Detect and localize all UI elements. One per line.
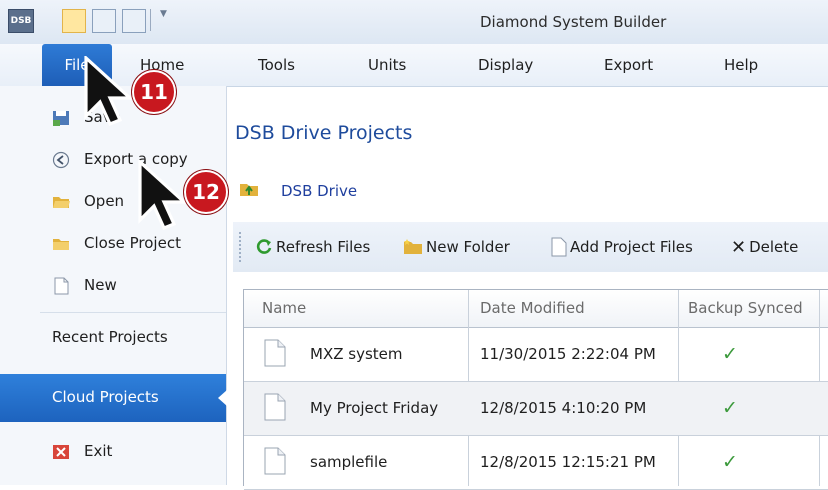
menu-item-new[interactable]: New: [0, 266, 226, 306]
tab-units[interactable]: Units: [368, 44, 406, 86]
table-row[interactable]: My Project Friday 12/8/2015 4:10:20 PM ✓: [244, 382, 828, 436]
exit-icon: [53, 445, 69, 459]
app-logo-icon: DSB: [8, 9, 34, 33]
new-folder-button[interactable]: New Folder: [403, 236, 510, 258]
tab-tools[interactable]: Tools: [258, 44, 295, 86]
tab-help[interactable]: Help: [724, 44, 758, 86]
menu-item-exit[interactable]: Exit: [0, 432, 226, 472]
projects-panel: DSB Drive Projects DSB Drive Refresh Fil…: [227, 86, 828, 490]
delete-button[interactable]: ✕ Delete: [731, 236, 798, 258]
mouse-cursor-icon: [138, 160, 189, 231]
folder-open-icon: [53, 197, 70, 208]
window-title: Diamond System Builder: [480, 13, 667, 31]
document-icon: [264, 393, 286, 421]
menu-separator: [40, 312, 226, 313]
table-row[interactable]: samplefile 12/8/2015 12:15:21 PM ✓: [244, 436, 828, 490]
menu-item-close-project[interactable]: Close Project: [0, 224, 226, 264]
document-icon: [264, 447, 286, 475]
page-title: DSB Drive Projects: [235, 122, 413, 144]
document-icon: [551, 237, 567, 257]
new-document-icon: [54, 277, 69, 295]
menu-item-cloud-projects[interactable]: Cloud Projects: [0, 374, 227, 422]
toolbar-grip[interactable]: [239, 232, 243, 262]
save-icon: [53, 111, 69, 126]
column-header-synced[interactable]: Backup Synced: [688, 290, 803, 327]
delete-label: Delete: [749, 238, 799, 256]
breadcrumb[interactable]: DSB Drive: [281, 182, 357, 200]
step-marker: 12: [184, 170, 228, 214]
cell-date: 12/8/2015 4:10:20 PM: [480, 399, 647, 417]
table-row[interactable]: MXZ system 11/30/2015 2:22:04 PM ✓: [244, 328, 828, 382]
export-icon: [52, 151, 70, 169]
synced-check-icon: ✓: [722, 451, 738, 473]
file-toolbar: Refresh Files New Folder Add Project Fil…: [233, 222, 828, 272]
add-project-files-button[interactable]: Add Project Files: [551, 236, 693, 258]
quick-access-separator: [150, 9, 151, 31]
synced-check-icon: ✓: [722, 397, 738, 419]
cell-date: 11/30/2015 2:22:04 PM: [480, 345, 656, 363]
column-header-date[interactable]: Date Modified: [480, 290, 585, 327]
file-menu-sidebar: Save Export a copy Open Close Project Ne…: [0, 86, 227, 485]
cell-name: MXZ system: [310, 345, 403, 363]
tab-display[interactable]: Display: [478, 44, 533, 86]
refresh-files-button[interactable]: Refresh Files: [255, 236, 370, 258]
new-folder-label: New Folder: [426, 238, 510, 256]
new-folder-icon: [404, 239, 422, 254]
cell-name: samplefile: [310, 453, 388, 471]
menu-item-label: Exit: [84, 442, 113, 460]
refresh-icon: [256, 239, 272, 254]
selection-notch: [218, 390, 227, 406]
refresh-files-label: Refresh Files: [276, 238, 371, 256]
quick-access-export-icon[interactable]: [122, 9, 146, 33]
menu-item-label: Recent Projects: [52, 328, 168, 346]
table-header: Name Date Modified Backup Synced: [244, 290, 828, 328]
close-project-icon: [53, 239, 69, 250]
cell-date: 12/8/2015 12:15:21 PM: [480, 453, 656, 471]
step-marker: 11: [132, 70, 176, 114]
cell-name: My Project Friday: [310, 399, 439, 417]
add-project-files-label: Add Project Files: [570, 238, 693, 256]
mouse-cursor-icon: [84, 56, 135, 127]
menu-item-label: New: [84, 276, 117, 294]
menu-item-label: Open: [84, 192, 125, 210]
column-header-name[interactable]: Name: [262, 290, 306, 327]
quick-access-layout-icon[interactable]: [62, 9, 86, 33]
folder-up-icon[interactable]: [239, 181, 259, 197]
tab-export[interactable]: Export: [604, 44, 653, 86]
delete-icon: ✕: [731, 236, 747, 258]
menu-item-label: Cloud Projects: [52, 388, 159, 406]
document-icon: [264, 339, 286, 367]
synced-check-icon: ✓: [722, 343, 738, 365]
project-table: Name Date Modified Backup Synced MXZ sys…: [243, 289, 828, 490]
quick-access-dropdown-icon[interactable]: ▼: [160, 9, 167, 31]
menu-item-label: Close Project: [84, 234, 181, 252]
title-bar: DSB ▼ Diamond System Builder: [0, 0, 828, 45]
quick-access-grid-icon[interactable]: [92, 9, 116, 33]
menu-item-recent-projects[interactable]: Recent Projects: [0, 318, 226, 358]
